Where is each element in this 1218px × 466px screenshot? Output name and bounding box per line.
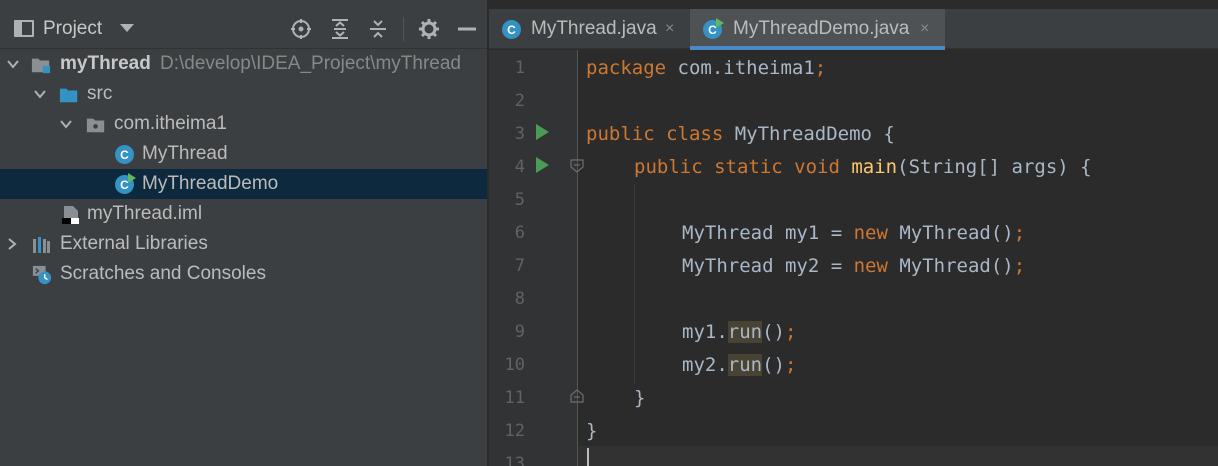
chevron-down-icon[interactable] [33,87,47,101]
line-number: 3 [514,124,525,144]
editor-tab-bar: C MyThread.java × C MyThreadDemo.java × [489,9,1218,50]
tree-item-module[interactable]: myThread D:\develop\IDEA_Project\myThrea… [0,49,487,79]
project-panel: Project myThread D:\develop\IDEA_Project… [0,0,487,466]
line-number: 8 [514,289,525,309]
tree-item-scratches[interactable]: Scratches and Consoles [0,259,487,289]
tree-item-iml[interactable]: myThread.iml [0,199,487,229]
tree-item-label: src [87,83,113,104]
project-view-icon[interactable] [14,20,34,37]
line-number: 9 [514,322,525,342]
class-icon: C [115,145,134,164]
tab-mythreaddemo-java[interactable]: C MyThreadDemo.java × [690,9,945,50]
module-icon [31,58,51,74]
line-number: 11 [504,388,525,408]
line-number: 4 [514,157,525,177]
line-number: 7 [514,256,525,276]
code-line-7: MyThread my2 = new MyThread(); [682,255,1026,277]
tree-item-label: Scratches and Consoles [60,263,266,284]
tree-item-label: MyThreadDemo [142,173,279,194]
indent-guide [634,184,635,384]
gear-icon[interactable] [417,17,441,41]
class-icon: C [502,20,521,39]
header-separator [403,17,404,41]
project-panel-header: Project [0,9,487,49]
expand-all-icon[interactable] [328,17,352,41]
tree-item-label: myThread.iml [87,203,203,224]
line-number: 2 [514,91,525,111]
tree-item-mythreaddemo[interactable]: C MyThreadDemo [0,169,487,199]
scratches-icon [32,265,52,285]
line-number: 10 [504,355,525,375]
code-line-10: my2.run(); [682,354,797,376]
run-badge-icon [128,173,136,183]
chevron-down-icon[interactable] [6,57,20,71]
tree-item-mythread[interactable]: C MyThread [0,139,487,169]
chevron-down-icon[interactable] [59,117,73,131]
chevron-down-icon[interactable] [120,24,134,32]
line-number: 1 [514,58,525,78]
tree-item-label: MyThread [142,143,228,164]
tab-mythread-java[interactable]: C MyThread.java × [489,9,689,49]
module-path: D:\develop\IDEA_Project\myThread [160,53,461,74]
code-line-1: package com.itheima1; [586,57,827,79]
line-number: 12 [504,421,525,441]
tree-item-external-libraries[interactable]: External Libraries [0,229,487,259]
run-class-icon[interactable] [536,124,549,140]
close-icon[interactable]: × [920,20,929,38]
tree-item-label: External Libraries [60,233,208,254]
hide-icon[interactable] [455,17,479,41]
code-editor[interactable]: package com.itheima1; public class MyThr… [578,50,1218,466]
code-line-3: public class MyThreadDemo { [586,123,895,145]
code-line-9: my1.run(); [682,321,797,343]
code-line-4: public static void main(String[] args) { [634,156,1092,178]
folder-icon [59,88,78,103]
line-number: 6 [514,223,525,243]
chevron-right-icon[interactable] [5,237,19,251]
tab-label: MyThread.java [531,18,657,39]
libraries-icon [33,237,50,253]
tree-item-src[interactable]: src [0,79,487,109]
locate-icon[interactable] [289,17,313,41]
close-icon[interactable]: × [665,20,674,38]
code-line-6: MyThread my1 = new MyThread(); [682,222,1026,244]
run-badge-icon [716,18,724,28]
text-caret [587,448,589,466]
package-icon [86,118,105,133]
code-line-12: } [586,420,598,442]
tree-item-label: myThread [60,53,151,74]
run-main-icon[interactable] [536,157,549,173]
iml-file-icon [62,206,79,224]
tree-item-package[interactable]: com.itheima1 [0,109,487,139]
line-number: 13 [504,454,525,466]
tab-label: MyThreadDemo.java [733,18,910,39]
tree-item-label: com.itheima1 [114,113,227,134]
code-line-11: } [634,387,646,409]
line-number: 5 [514,190,525,210]
collapse-all-icon[interactable] [366,17,390,41]
project-panel-title[interactable]: Project [43,18,102,40]
